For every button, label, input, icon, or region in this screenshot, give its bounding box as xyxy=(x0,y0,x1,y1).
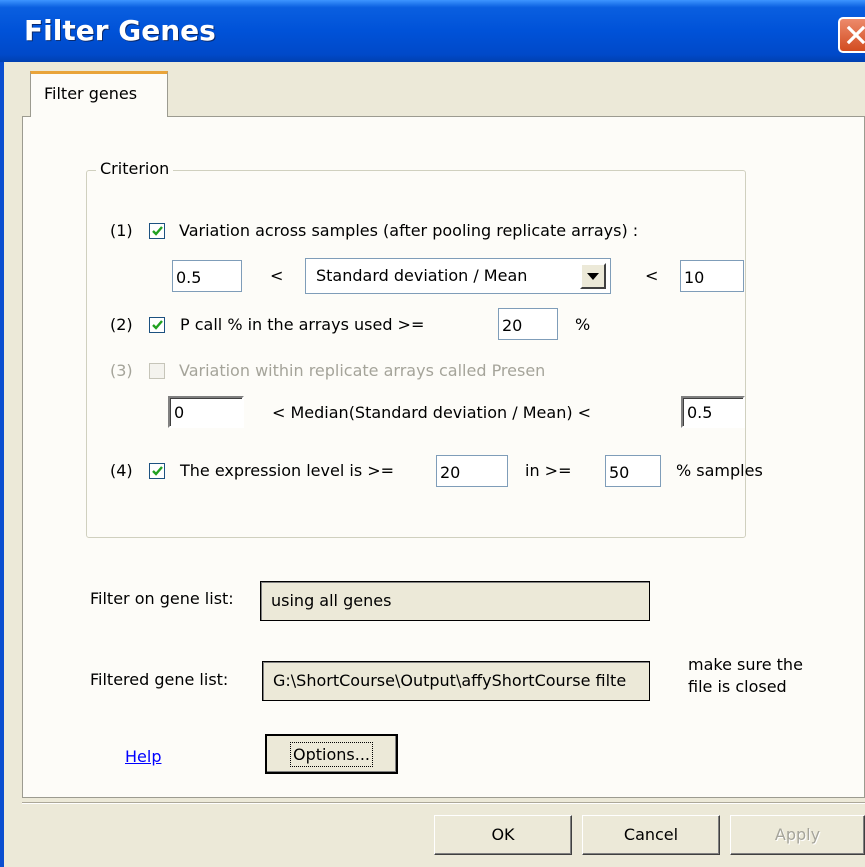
file-closed-note-line2: file is closed xyxy=(688,677,787,696)
checkmark-icon xyxy=(152,466,163,476)
criterion-2-checkbox[interactable] xyxy=(149,317,165,333)
criterion-3-checkbox[interactable] xyxy=(149,363,165,379)
ok-button[interactable]: OK xyxy=(434,815,572,855)
criterion-2-index: (2) xyxy=(110,315,133,334)
filter-on-gene-list-field[interactable]: using all genes xyxy=(260,581,650,621)
tab-label: Filter genes xyxy=(44,84,138,103)
help-link[interactable]: Help xyxy=(125,747,161,766)
replicate-median-label: < Median(Standard deviation / Mean) < xyxy=(272,403,592,422)
filtered-gene-list-label: Filtered gene list: xyxy=(90,670,229,689)
criterion-3-label: Variation within replicate arrays called… xyxy=(179,361,546,380)
expression-samples-label: % samples xyxy=(676,461,763,480)
expression-in-label: in >= xyxy=(525,461,572,480)
pcall-percent-input[interactable]: 20 xyxy=(498,308,558,340)
variation-high-input[interactable]: 10 xyxy=(680,260,744,292)
criterion-2-label: P call % in the arrays used >= xyxy=(180,315,425,334)
window-title: Filter Genes xyxy=(24,14,216,47)
criterion-1-checkbox[interactable] xyxy=(149,223,165,239)
dropdown-arrow[interactable] xyxy=(580,263,606,289)
criterion-4-index: (4) xyxy=(110,461,133,480)
variation-low-input[interactable]: 0.5 xyxy=(172,260,242,292)
criterion-1-label: Variation across samples (after pooling … xyxy=(179,221,639,240)
options-button-label: Options... xyxy=(290,742,373,767)
window-border xyxy=(0,62,4,867)
expression-percent-input[interactable]: 50 xyxy=(605,455,661,487)
variation-less-than-1: < xyxy=(270,266,284,285)
filter-on-gene-list-label: Filter on gene list: xyxy=(90,589,234,608)
close-icon xyxy=(846,25,865,45)
filtered-gene-list-field[interactable]: G:\ShortCourse\Output\affyShortCourse fi… xyxy=(262,661,650,701)
file-closed-note-line1: make sure the xyxy=(688,655,803,674)
tab-filter-genes[interactable]: Filter genes xyxy=(30,71,168,117)
replicate-high-input[interactable]: 0.5 xyxy=(681,396,745,428)
criterion-4-label: The expression level is >= xyxy=(180,461,395,480)
close-button[interactable] xyxy=(838,17,865,53)
chevron-down-icon xyxy=(587,273,599,280)
options-button[interactable]: Options... xyxy=(265,734,398,774)
criterion-4-checkbox[interactable] xyxy=(149,463,165,479)
criterion-3-index: (3) xyxy=(110,361,133,380)
footer-separator xyxy=(22,802,865,804)
variation-measure-select[interactable]: Standard deviation / Mean xyxy=(305,258,611,294)
pcall-percent-unit: % xyxy=(575,315,591,334)
checkmark-icon xyxy=(152,226,163,236)
title-bar: Filter Genes xyxy=(0,0,865,62)
criterion-group-label: Criterion xyxy=(96,157,174,181)
variation-less-than-2: < xyxy=(645,266,659,285)
criterion-1-index: (1) xyxy=(110,221,133,240)
apply-button[interactable]: Apply xyxy=(730,815,865,855)
checkmark-icon xyxy=(152,320,163,330)
expression-level-input[interactable]: 20 xyxy=(436,455,508,487)
variation-measure-value: Standard deviation / Mean xyxy=(316,266,528,285)
replicate-low-input[interactable]: 0 xyxy=(168,396,244,428)
cancel-button[interactable]: Cancel xyxy=(582,815,720,855)
